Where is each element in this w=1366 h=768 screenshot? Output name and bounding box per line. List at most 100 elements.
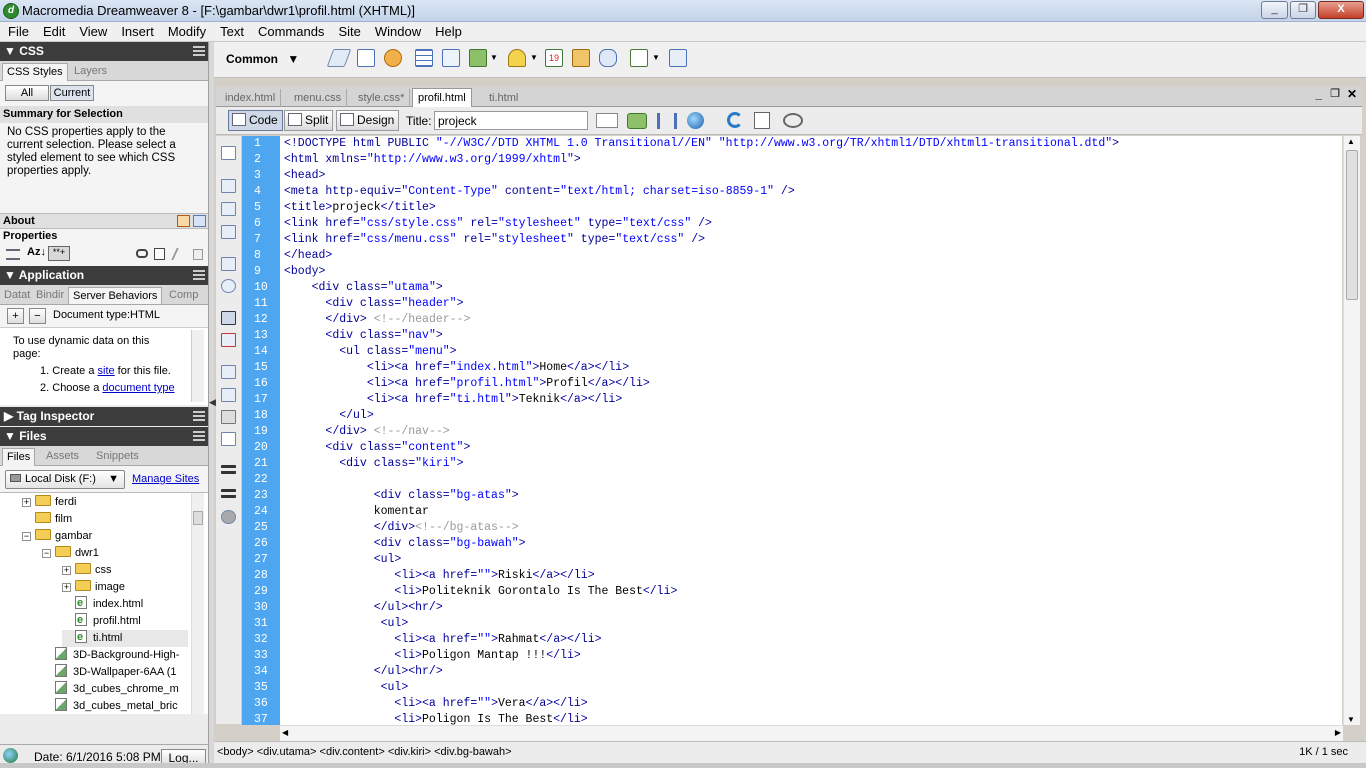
code-line[interactable]: <li><a href="">Riski</a></li> (280, 568, 1342, 584)
css-panel-header[interactable]: ▼ CSS (0, 42, 208, 61)
table-icon[interactable] (415, 49, 433, 67)
tab-layers[interactable]: Layers (70, 63, 111, 81)
remove-comment-icon[interactable] (221, 388, 236, 402)
list-view-icon[interactable] (193, 215, 206, 227)
code-view-button[interactable]: Code (228, 110, 283, 131)
code-line[interactable]: <li><a href="ti.html">Teknik</a></li> (280, 392, 1342, 408)
file-management-icon[interactable] (627, 113, 647, 129)
scrollbar-thumb[interactable] (193, 511, 203, 525)
code-line[interactable]: <li><a href="">Rahmat</a></li> (280, 632, 1342, 648)
panel-options-icon[interactable] (193, 46, 205, 56)
code-line[interactable]: </div> <!--/nav--> (280, 424, 1342, 440)
code-line[interactable]: </div> <!--/header--> (280, 312, 1342, 328)
comment-icon[interactable] (599, 49, 617, 67)
tab-menu-css[interactable]: menu.css (289, 89, 348, 107)
code-line[interactable]: <div class="bg-bawah"> (280, 536, 1342, 552)
code-line[interactable]: </div><!--/bg-atas--> (280, 520, 1342, 536)
css-current-button[interactable]: Current (50, 85, 94, 101)
tree-folder[interactable]: + ferdi (22, 494, 76, 511)
image-icon[interactable] (469, 49, 487, 67)
manage-sites-link[interactable]: Manage Sites (132, 473, 199, 485)
code-line[interactable]: </head> (280, 248, 1342, 264)
tab-bindings[interactable]: Bindir (32, 287, 68, 304)
apply-comment-icon[interactable] (221, 365, 236, 379)
show-list-az-icon[interactable]: Az↓ (27, 246, 46, 258)
validate-markup-icon[interactable] (596, 113, 618, 128)
file-tree-scrollbar[interactable] (191, 493, 204, 714)
tree-folder[interactable]: film (22, 511, 72, 528)
code-line[interactable]: <div class="header"> (280, 296, 1342, 312)
outdent-code-icon[interactable] (221, 489, 236, 498)
expand-toggle-icon[interactable]: − (22, 532, 31, 541)
code-line[interactable]: <link href="css/style.css" rel="styleshe… (280, 216, 1342, 232)
add-behavior-button[interactable]: + (7, 308, 24, 324)
named-anchor-icon[interactable] (384, 49, 402, 67)
category-view-icon[interactable] (177, 215, 190, 227)
server-behaviors-scrollbar[interactable] (191, 330, 204, 402)
code-line[interactable]: <ul> (280, 680, 1342, 696)
scroll-right-icon[interactable]: ▶ (1335, 728, 1341, 737)
close-button[interactable]: X (1318, 1, 1364, 19)
code-line[interactable]: komentar (280, 504, 1342, 520)
server-side-include-icon[interactable] (572, 49, 590, 67)
hyperlink-icon[interactable] (326, 49, 352, 67)
date-icon[interactable]: 19 (545, 49, 563, 67)
code-editor[interactable]: <!DOCTYPE html PUBLIC "-//W3C//DTD XHTML… (280, 136, 1342, 725)
expand-all-icon[interactable] (221, 225, 236, 239)
code-line[interactable]: </ul><hr/> (280, 600, 1342, 616)
chevron-down-icon[interactable]: ▼ (530, 53, 538, 62)
scroll-down-icon[interactable]: ▼ (1347, 715, 1355, 724)
tree-file[interactable]: 3D-Background-High- (42, 647, 179, 664)
expand-toggle-icon[interactable]: + (62, 583, 71, 592)
indent-code-icon[interactable] (221, 465, 236, 474)
split-view-button[interactable]: Split (284, 110, 334, 131)
menu-site[interactable]: Site (330, 22, 366, 41)
document-type-link[interactable]: document type (102, 382, 174, 394)
code-line[interactable]: <div class="kiri"> (280, 456, 1342, 472)
code-line[interactable]: <li>Poligon Is The Best</li> (280, 712, 1342, 725)
show-category-icon[interactable] (6, 249, 20, 260)
expand-toggle-icon[interactable]: − (42, 549, 51, 558)
chevron-down-icon[interactable]: ▼ (652, 53, 660, 62)
tab-style-css[interactable]: style.css* (353, 89, 411, 107)
document-minimize-icon[interactable]: _ (1315, 87, 1322, 101)
document-restore-icon[interactable]: ❐ (1330, 87, 1340, 100)
panel-splitter[interactable]: ◀ (209, 42, 216, 768)
tab-snippets[interactable]: Snippets (92, 448, 143, 466)
code-vertical-scrollbar[interactable]: ▲ ▼ (1343, 136, 1360, 725)
tab-server-behaviors[interactable]: Server Behaviors (68, 287, 163, 304)
tree-file[interactable]: 3d_cubes_chrome_m (42, 681, 179, 698)
files-panel-header[interactable]: ▼ Files (0, 427, 208, 446)
code-line[interactable]: <div class="bg-atas"> (280, 488, 1342, 504)
delete-css-rule-icon[interactable] (193, 249, 203, 260)
tree-folder[interactable]: − gambar (22, 528, 92, 545)
tag-inspector-header[interactable]: ▶ Tag Inspector (0, 407, 208, 426)
code-line[interactable]: </ul> (280, 408, 1342, 424)
code-line[interactable]: <li><a href="profil.html">Profil</a></li… (280, 376, 1342, 392)
code-line[interactable]: <li><a href="index.html">Home</a></li> (280, 360, 1342, 376)
site-location-select[interactable]: Local Disk (F:) ▼ (5, 470, 125, 489)
attach-stylesheet-icon[interactable] (136, 249, 148, 258)
tree-folder[interactable]: + image (62, 579, 125, 596)
code-line[interactable]: <div class="content"> (280, 440, 1342, 456)
menu-edit[interactable]: Edit (35, 22, 71, 41)
code-line[interactable]: <li>Politeknik Gorontalo Is The Best</li… (280, 584, 1342, 600)
panel-options-icon[interactable] (193, 431, 205, 441)
code-line[interactable]: <div class="utama"> (280, 280, 1342, 296)
minimize-button[interactable]: _ (1261, 1, 1288, 19)
menu-insert[interactable]: Insert (113, 22, 160, 41)
visual-aids-icon[interactable] (783, 113, 803, 128)
tab-components[interactable]: Comp (165, 287, 202, 304)
tab-ti-html[interactable]: ti.html (484, 89, 523, 107)
scroll-left-icon[interactable]: ◀ (282, 728, 288, 737)
code-line[interactable] (280, 472, 1342, 488)
code-line[interactable]: <title>projeck</title> (280, 200, 1342, 216)
wrap-tag-icon[interactable] (221, 410, 236, 424)
code-line[interactable]: <div class="nav"> (280, 328, 1342, 344)
media-icon[interactable] (508, 49, 526, 67)
recent-snippets-icon[interactable] (221, 432, 236, 446)
balance-braces-icon[interactable] (221, 279, 236, 293)
scrollbar-thumb[interactable] (1346, 150, 1358, 300)
collapse-full-tag-icon[interactable] (221, 179, 236, 193)
line-numbers-icon[interactable] (221, 311, 236, 325)
